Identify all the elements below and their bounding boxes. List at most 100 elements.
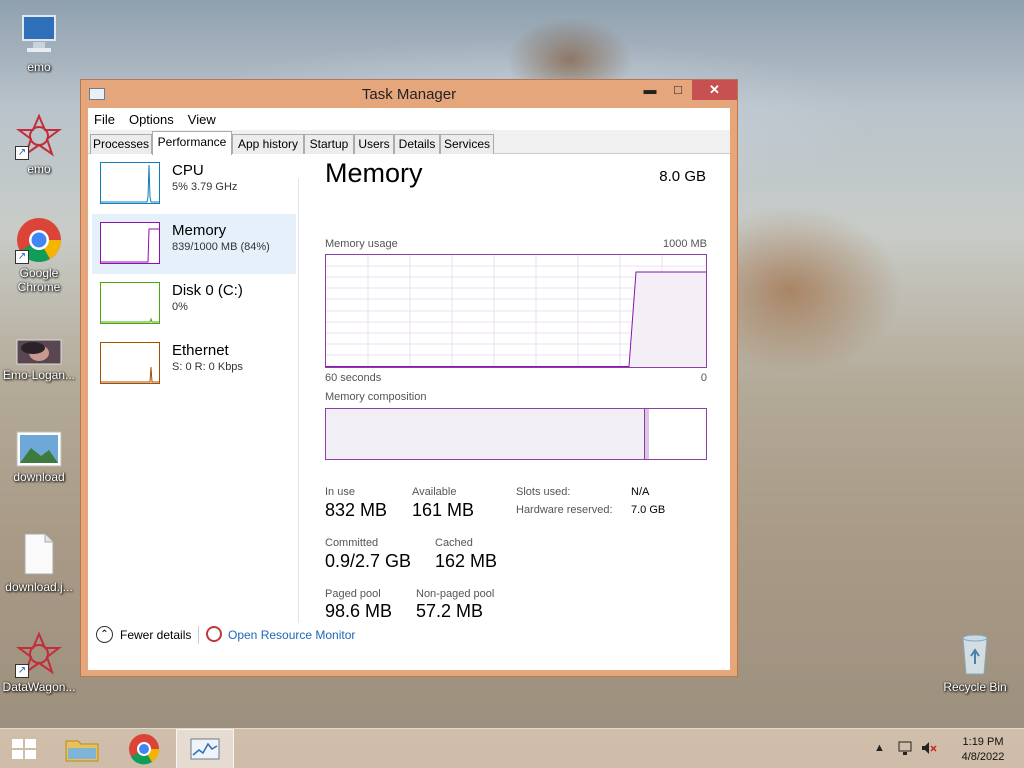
chevron-up-icon[interactable]: ⌃ — [96, 626, 113, 643]
tab-performance[interactable]: Performance — [152, 131, 232, 155]
tab-bar: Processes Performance App history Startu… — [88, 130, 730, 155]
cached-value: 162 MB — [435, 551, 498, 571]
menu-view[interactable]: View — [188, 112, 216, 127]
desktop-icon-download-file[interactable]: download.j... — [0, 530, 78, 594]
available-label: Available — [412, 486, 457, 498]
clock-date: 4/8/2022 — [961, 751, 1005, 763]
red-star-shortcut-icon: ↗ — [15, 112, 63, 160]
committed-value: 0.9/2.7 GB — [325, 551, 412, 571]
taskbar: ▲ 1:19 PM 4/8/2022 — [0, 728, 1024, 768]
slots-used-value: N/A — [631, 486, 650, 498]
shortcut-arrow-icon: ↗ — [15, 250, 29, 264]
tab-startup[interactable]: Startup — [304, 134, 354, 154]
maximize-button[interactable]: □ — [664, 80, 692, 100]
perf-item-ethernet[interactable]: Ethernet S: 0 R: 0 Kbps — [92, 334, 296, 394]
desktop-icon-google-chrome[interactable]: ↗ Google Chrome — [0, 216, 78, 294]
resource-monitor-icon[interactable] — [206, 626, 222, 642]
photo-icon — [15, 338, 63, 366]
perf-item-detail: 839/1000 MB (84%) — [172, 241, 270, 253]
desktop-icon-download[interactable]: download — [0, 430, 78, 484]
desktop-icon-label: Google Chrome — [17, 266, 61, 294]
desktop-icon-label: emo — [27, 60, 51, 74]
network-icon[interactable] — [897, 739, 915, 768]
perf-item-memory[interactable]: Memory 839/1000 MB (84%) — [92, 214, 296, 274]
composition-modified-segment — [645, 409, 650, 459]
chrome-icon — [129, 734, 160, 765]
available-value: 161 MB — [412, 500, 475, 520]
computer-icon — [15, 10, 63, 58]
title-bar[interactable]: Task Manager ▬ □ ✕ — [81, 80, 737, 108]
tab-app-history[interactable]: App history — [232, 134, 304, 154]
show-hidden-icons-button[interactable]: ▲ — [874, 742, 886, 768]
perf-item-cpu[interactable]: CPU 5% 3.79 GHz — [92, 154, 296, 214]
chrome-icon: ↗ — [15, 216, 63, 264]
memory-usage-graph — [325, 254, 707, 368]
in-use-value: 832 MB — [325, 500, 388, 520]
non-paged-pool-label: Non-paged pool — [416, 588, 495, 600]
committed-label: Committed — [325, 537, 379, 549]
menu-file[interactable]: File — [94, 112, 115, 127]
recycle-bin-icon — [951, 630, 999, 678]
task-manager-window: Task Manager ▬ □ ✕ File Options View Pro… — [80, 79, 738, 677]
desktop-icon-label: DataWagon... — [2, 680, 76, 694]
perf-item-detail: S: 0 R: 0 Kbps — [172, 361, 243, 373]
desktop-icon-label: download — [13, 470, 65, 484]
in-use-label: In use — [325, 486, 355, 498]
panel-divider — [298, 178, 299, 623]
taskbar-chrome[interactable] — [116, 729, 172, 768]
desktop-icon-recycle-bin[interactable]: Recycle Bin — [936, 630, 1014, 694]
perf-item-disk[interactable]: Disk 0 (C:) 0% — [92, 274, 296, 334]
windows-logo-icon — [12, 739, 36, 759]
hardware-reserved-value: 7.0 GB — [631, 504, 666, 516]
memory-usage-max: 1000 MB — [662, 238, 707, 250]
memory-composition-label: Memory composition — [325, 391, 427, 403]
desktop-icon-datawagon[interactable]: ↗ DataWagon... — [0, 630, 78, 694]
desktop-icon-emo-logan[interactable]: Emo-Logan... — [0, 338, 78, 382]
clock-time: 1:19 PM — [962, 736, 1004, 748]
shortcut-arrow-icon: ↗ — [15, 664, 29, 678]
memory-total: 8.0 GB — [659, 168, 706, 185]
menu-options[interactable]: Options — [129, 112, 174, 127]
time-axis-left: 60 seconds — [325, 372, 382, 384]
memory-detail-panel: Memory 8.0 GB Memory usage 1000 MB 60 se… — [316, 154, 716, 621]
folder-icon — [65, 740, 99, 762]
tab-users[interactable]: Users — [354, 134, 394, 154]
perf-item-name: CPU — [172, 162, 204, 179]
hardware-reserved-label: Hardware reserved: — [516, 504, 613, 516]
taskbar-task-manager[interactable] — [176, 729, 234, 768]
desktop-icon-emo-computer[interactable]: emo — [0, 10, 78, 74]
fewer-details-button[interactable]: Fewer details — [120, 628, 191, 642]
cached-label: Cached — [435, 537, 473, 549]
volume-muted-icon[interactable] — [920, 739, 938, 768]
tab-services[interactable]: Services — [440, 134, 494, 154]
desktop-icon-emo-shortcut[interactable]: ↗ emo — [0, 112, 78, 176]
system-clock[interactable]: 1:19 PM 4/8/2022 — [955, 735, 1011, 765]
perf-item-detail: 5% 3.79 GHz — [172, 181, 238, 193]
perf-item-name: Ethernet — [172, 342, 229, 359]
close-button[interactable]: ✕ — [692, 80, 737, 100]
open-resource-monitor-link[interactable]: Open Resource Monitor — [228, 628, 355, 642]
tab-processes[interactable]: Processes — [90, 134, 152, 154]
task-manager-icon — [190, 738, 220, 760]
red-star-shortcut-icon: ↗ — [15, 630, 63, 678]
shortcut-arrow-icon: ↗ — [15, 146, 29, 160]
memory-thumbnail-graph — [100, 222, 160, 264]
window-client: File Options View Processes Performance … — [88, 108, 730, 670]
file-icon — [15, 530, 63, 578]
memory-usage-label: Memory usage — [325, 238, 398, 250]
start-button[interactable] — [0, 729, 48, 768]
paged-pool-label: Paged pool — [325, 588, 381, 600]
desktop-icon-label: download.j... — [5, 580, 73, 594]
footer: ⌃ Fewer details Open Resource Monitor — [88, 616, 730, 668]
slots-used-label: Slots used: — [516, 486, 571, 498]
cpu-thumbnail-graph — [100, 162, 160, 204]
tab-details[interactable]: Details — [394, 134, 440, 154]
minimize-button[interactable]: ▬ — [636, 80, 664, 100]
desktop-icon-label: emo — [27, 162, 51, 176]
desktop-icon-label: Emo-Logan... — [2, 368, 76, 382]
composition-in-use-segment — [326, 409, 646, 459]
time-axis-right: 0 — [700, 372, 707, 384]
ethernet-thumbnail-graph — [100, 342, 160, 384]
memory-title: Memory — [325, 158, 423, 188]
taskbar-file-explorer[interactable] — [54, 729, 110, 768]
